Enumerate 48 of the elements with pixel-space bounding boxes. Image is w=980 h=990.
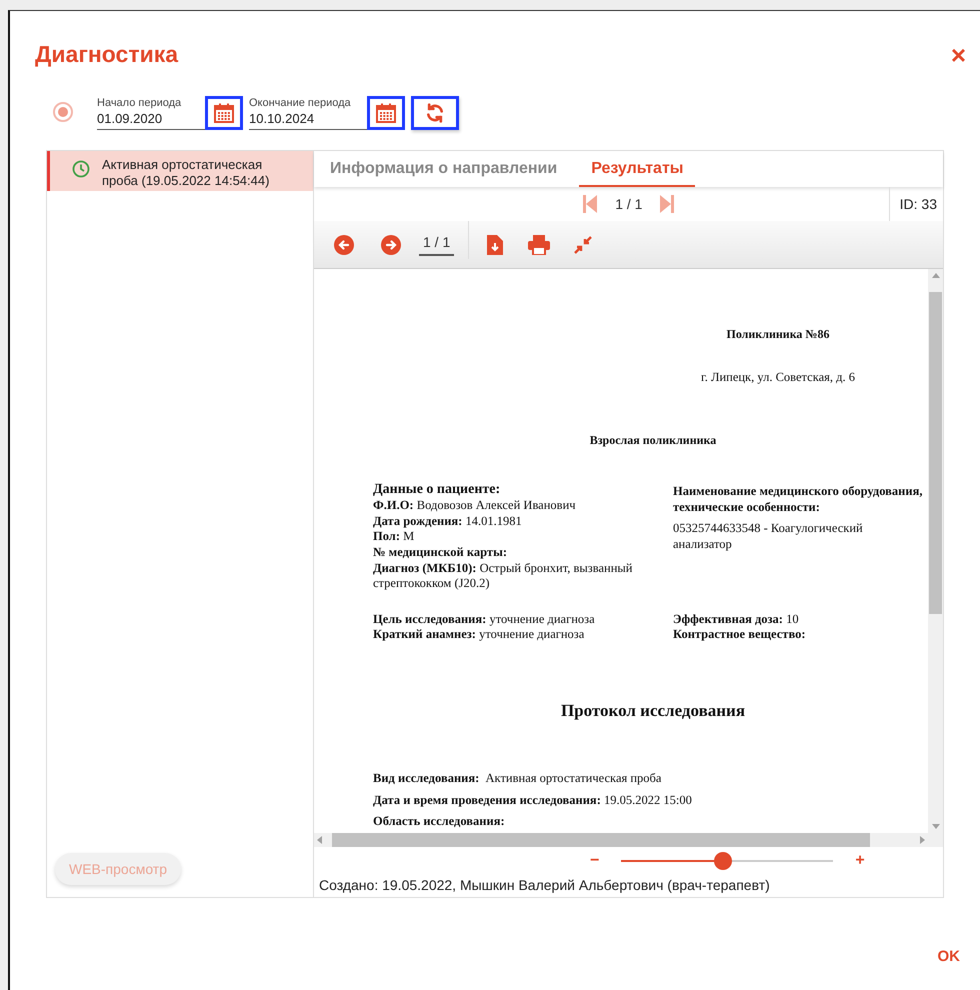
protocol-title: Протокол исследования xyxy=(560,701,746,721)
calendar-icon xyxy=(376,103,396,123)
document-address: г. Липецк, ул. Советская, д. 6 xyxy=(700,370,856,385)
study-field: Контрастное вещество: xyxy=(673,627,923,643)
horizontal-scrollbar[interactable] xyxy=(314,833,928,847)
vertical-scrollbar[interactable] xyxy=(928,269,943,833)
patient-field: Диагноз (МКБ10): Острый бронхит, вызванный стрептококком (J20.2) xyxy=(373,560,673,592)
zoom-slider-thumb[interactable] xyxy=(714,852,732,870)
zoom-in-button[interactable]: + xyxy=(851,852,869,870)
tab[interactable]: Информация о направлении xyxy=(318,157,570,187)
tab[interactable]: Результаты xyxy=(579,157,696,187)
created-info: Создано: 19.05.2022, Мышкин Валерий Альбертович (врач-терапевт) xyxy=(318,876,771,893)
patient-field: Дата рождения: 14.01.1981 xyxy=(373,514,673,530)
document-department: Взрослая поликлиника xyxy=(588,433,718,448)
previous-icon[interactable] xyxy=(334,234,354,254)
refresh-button[interactable] xyxy=(411,96,459,130)
protocol-field: Дата и время проведения исследования: 19.05.2022 15:00 xyxy=(373,792,928,808)
section-heading: Наименование медицинского оборудования, технические особенности: xyxy=(673,483,923,516)
refresh-icon xyxy=(425,103,445,123)
study-field: Цель исследования: уточнение диагноза xyxy=(373,612,673,628)
section-heading: Данные о пациенте: xyxy=(373,482,502,498)
clock-icon xyxy=(72,160,90,178)
protocol-field: Область исследования: xyxy=(373,814,928,830)
ok-button[interactable]: OK xyxy=(938,948,960,965)
zoom-out-button[interactable]: − xyxy=(586,852,604,870)
patient-field: № медицинской карты: xyxy=(373,544,673,560)
page-counter: 1 / 1 xyxy=(615,196,642,212)
page-number-field[interactable]: 1 / 1 xyxy=(419,234,454,256)
file-download-icon[interactable] xyxy=(487,234,504,254)
calendar-icon xyxy=(214,103,234,123)
document-org: Поликлиника №86 xyxy=(725,327,830,342)
study-field: Эффективная доза: 10 xyxy=(673,612,923,628)
field-label: Начало периода xyxy=(97,97,182,109)
protocol-field: Вид исследования: Активная ортостатическая проба xyxy=(373,771,928,787)
next-icon[interactable] xyxy=(381,234,401,254)
calendar-button[interactable] xyxy=(367,96,405,130)
calendar-button[interactable] xyxy=(205,96,243,130)
collapse-icon[interactable] xyxy=(574,236,592,254)
patient-field: Ф.И.О: Водовозов Алексей Иванович xyxy=(373,498,673,514)
radio-button[interactable] xyxy=(53,102,73,122)
close-button[interactable]: × xyxy=(950,42,966,68)
window-title: Диагностика xyxy=(35,41,178,68)
study-list-item[interactable]: Активная ортостатическая проба (19.05.2022 14:54:44) xyxy=(47,151,313,192)
study-field: Краткий анамнез: уточнение диагноза xyxy=(373,627,673,643)
field-label: Окончание периода xyxy=(249,97,352,109)
print-icon[interactable] xyxy=(528,234,550,254)
equipment-text: 05325744633548 - Коагулогический анализатор xyxy=(673,521,864,552)
patient-field: Пол: М xyxy=(373,529,673,545)
